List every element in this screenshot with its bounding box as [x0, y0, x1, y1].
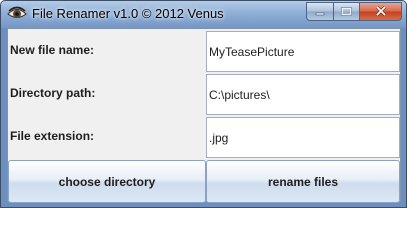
- maximize-button[interactable]: [333, 2, 359, 21]
- close-icon: [375, 3, 387, 21]
- choose-directory-button[interactable]: choose directory: [8, 160, 206, 203]
- minimize-icon: [315, 3, 325, 21]
- window-title: File Renamer v1.0 © 2012 Venus: [32, 6, 224, 21]
- file-extension-input[interactable]: [206, 117, 400, 158]
- close-button[interactable]: [359, 2, 402, 21]
- new-file-name-row: New file name:: [8, 29, 400, 72]
- directory-path-row: Directory path:: [8, 72, 400, 115]
- maximize-icon: [341, 3, 352, 21]
- app-window: File Renamer v1.0 © 2012 Venus New file …: [0, 0, 407, 208]
- new-file-name-input[interactable]: [206, 31, 400, 72]
- file-extension-row: File extension:: [8, 115, 400, 158]
- directory-path-input[interactable]: [206, 74, 400, 115]
- new-file-name-label: New file name:: [10, 43, 95, 57]
- rename-files-button[interactable]: rename files: [206, 160, 400, 203]
- minimize-button[interactable]: [306, 2, 333, 21]
- title-bar[interactable]: File Renamer v1.0 © 2012 Venus: [1, 1, 406, 28]
- form-panel: New file name: Directory path: File exte…: [7, 28, 401, 203]
- eye-icon: [7, 6, 27, 22]
- file-extension-label: File extension:: [10, 129, 95, 143]
- directory-path-label: Directory path:: [10, 86, 96, 100]
- window-controls: [306, 2, 402, 21]
